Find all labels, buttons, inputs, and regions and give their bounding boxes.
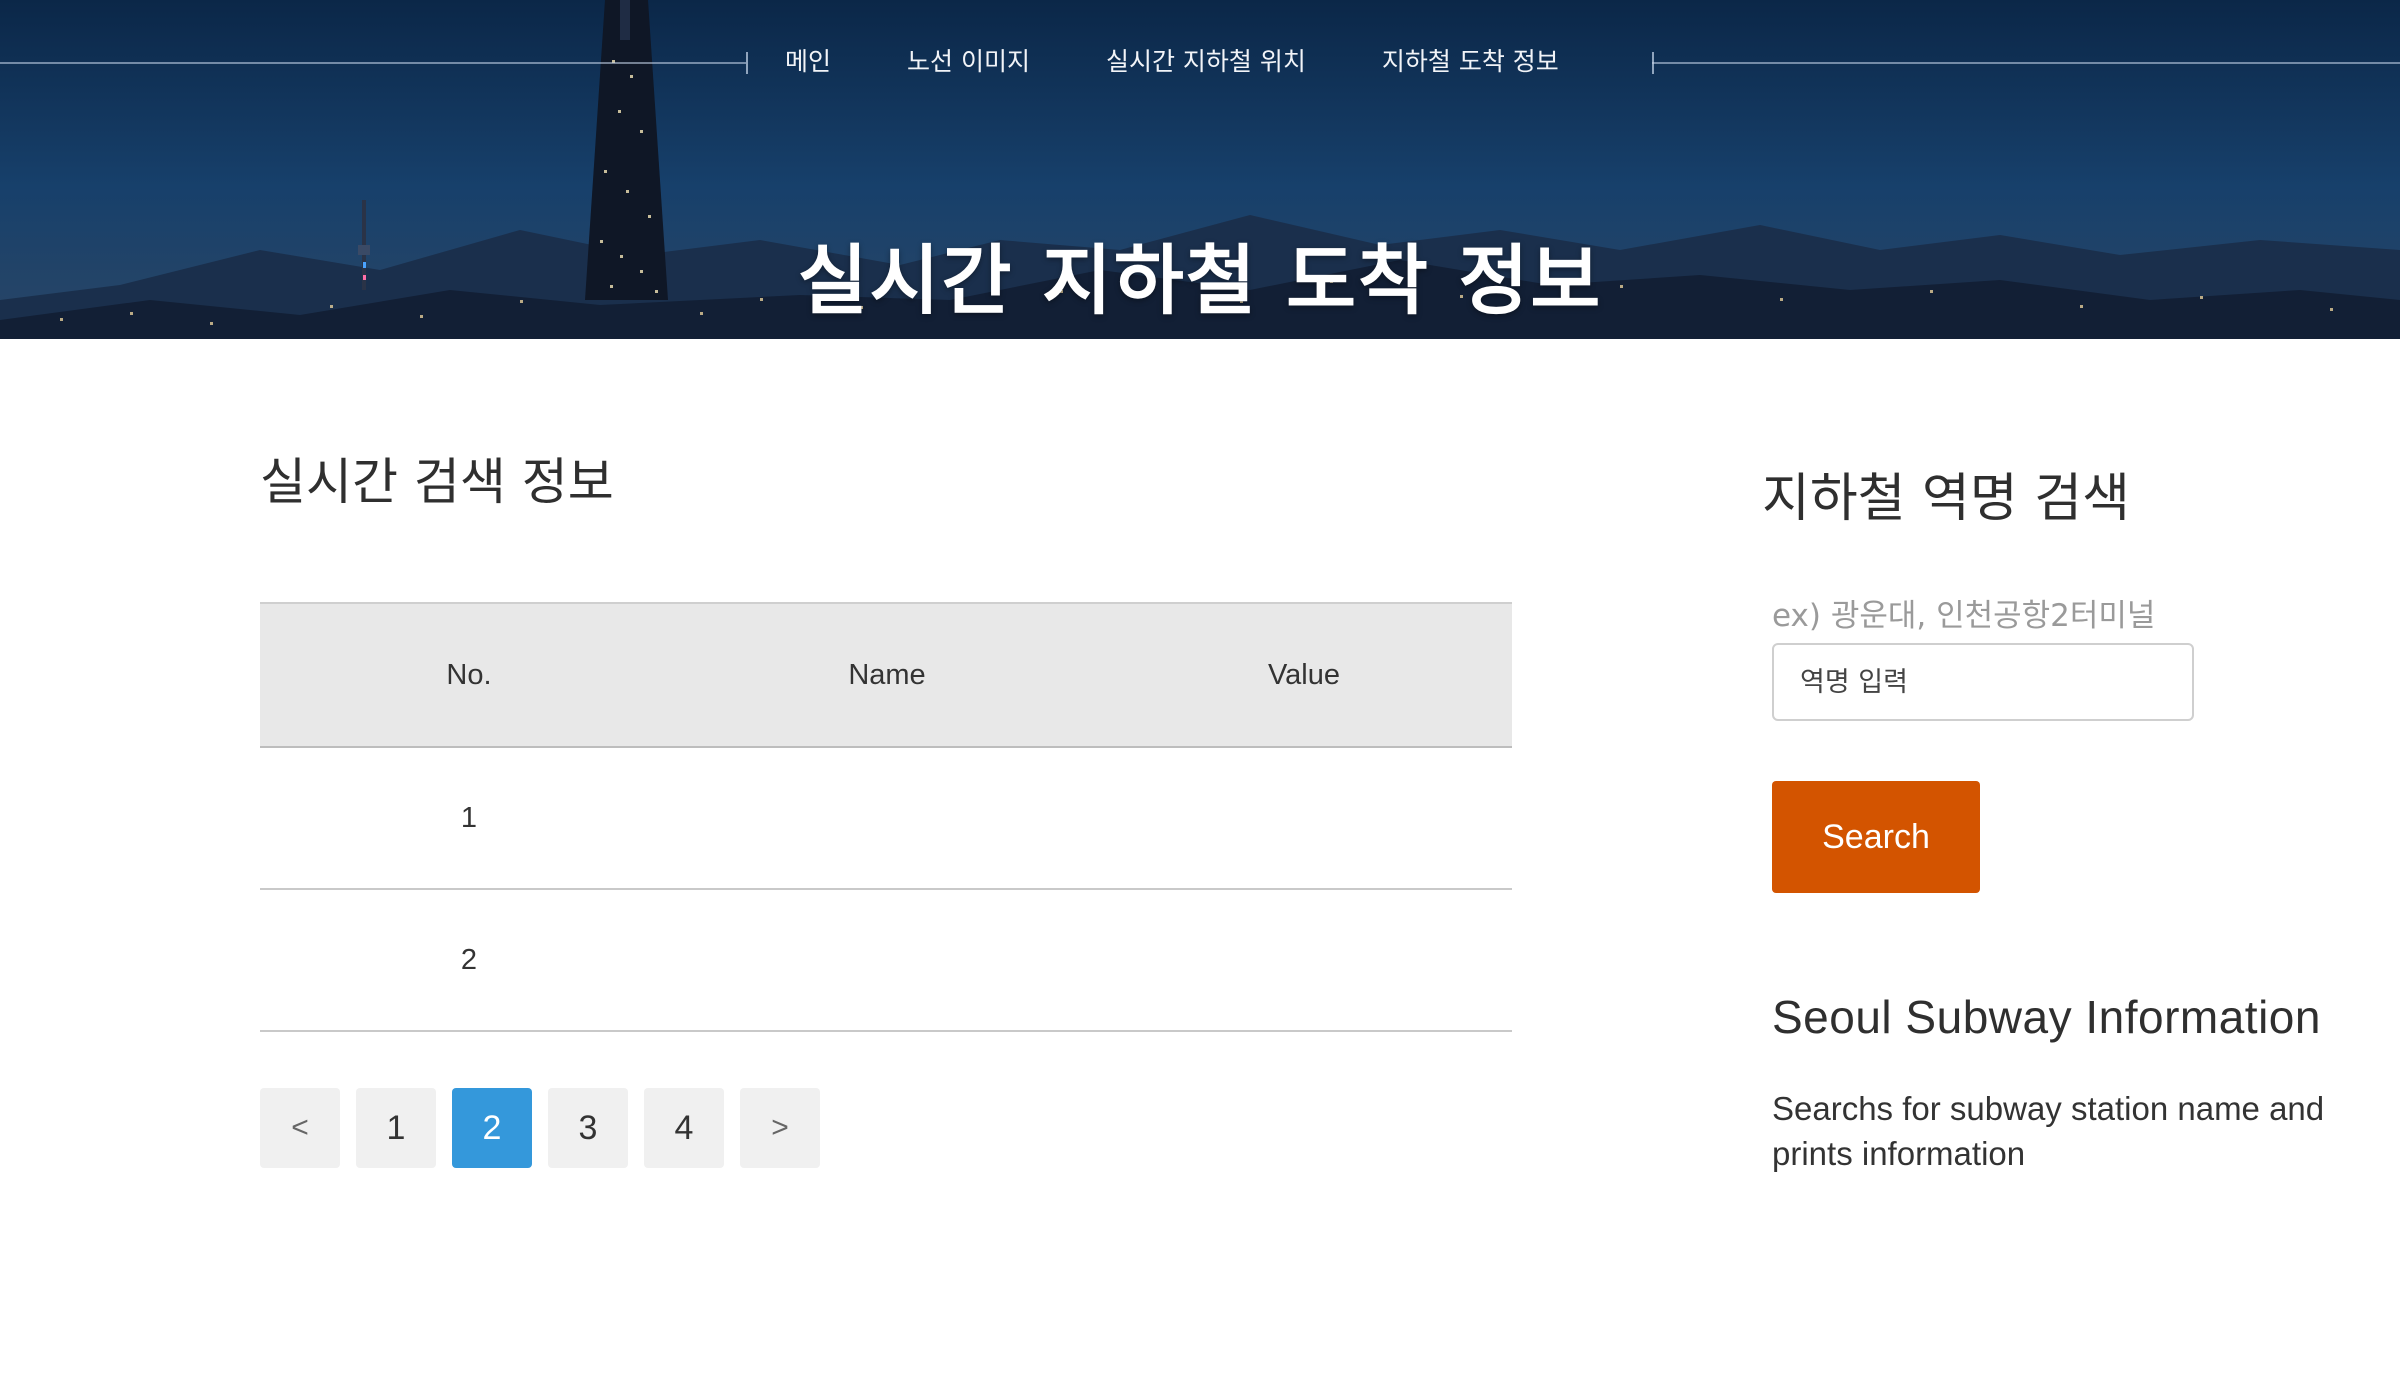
- nav-divider-left: [0, 62, 746, 64]
- pagination-page-3[interactable]: 3: [548, 1088, 628, 1168]
- cell-value: [1096, 747, 1512, 890]
- cell-no: 2: [260, 889, 678, 1032]
- station-search-title: 지하철 역명 검색: [1762, 469, 2130, 529]
- pagination-prev-button[interactable]: <: [260, 1088, 340, 1168]
- cell-name: [678, 747, 1096, 890]
- pagination: < 1 2 3 4 >: [260, 1088, 820, 1168]
- hero-title: 실시간 지하철 도착 정보: [797, 235, 1603, 325]
- table-header-row: No. Name Value: [260, 602, 1512, 748]
- search-button[interactable]: Search: [1772, 781, 1980, 893]
- column-header-no: No.: [260, 602, 678, 748]
- pagination-page-2-active[interactable]: 2: [452, 1088, 532, 1168]
- nav-divider-right: [1652, 62, 2400, 64]
- hero-banner: 메인 노선 이미지 실시간 지하철 위치 지하철 도착 정보 실시간 지하철 도…: [0, 0, 2400, 339]
- cell-value: [1096, 889, 1512, 1032]
- search-results-table: No. Name Value 1 2: [260, 602, 1512, 1032]
- station-search-input[interactable]: [1772, 643, 2194, 721]
- nav-item-main[interactable]: 메인: [747, 42, 869, 78]
- cell-no: 1: [260, 747, 678, 890]
- pagination-page-1[interactable]: 1: [356, 1088, 436, 1168]
- nav-item-realtime-location[interactable]: 실시간 지하철 위치: [1068, 42, 1344, 78]
- info-description: Searchs for subway station name and prin…: [1772, 1090, 2325, 1172]
- nav-item-arrival-info[interactable]: 지하철 도착 정보: [1344, 42, 1597, 78]
- top-nav: 메인 노선 이미지 실시간 지하철 위치 지하철 도착 정보: [0, 38, 2400, 82]
- table-row: 1: [260, 747, 1512, 890]
- station-search-hint: ex) 광운대, 인천공항2터미널: [1772, 598, 2156, 634]
- pagination-page-4[interactable]: 4: [644, 1088, 724, 1168]
- column-header-name: Name: [678, 602, 1096, 748]
- section-title: 실시간 검색 정보: [260, 453, 614, 511]
- nav-item-line-image[interactable]: 노선 이미지: [869, 42, 1068, 78]
- table-row: 2: [260, 889, 1512, 1032]
- cell-name: [678, 889, 1096, 1032]
- info-title: Seoul Subway Information: [1772, 991, 2321, 1043]
- pagination-next-button[interactable]: >: [740, 1088, 820, 1168]
- nav-menu: 메인 노선 이미지 실시간 지하철 위치 지하철 도착 정보: [747, 38, 1597, 82]
- column-header-value: Value: [1096, 602, 1512, 748]
